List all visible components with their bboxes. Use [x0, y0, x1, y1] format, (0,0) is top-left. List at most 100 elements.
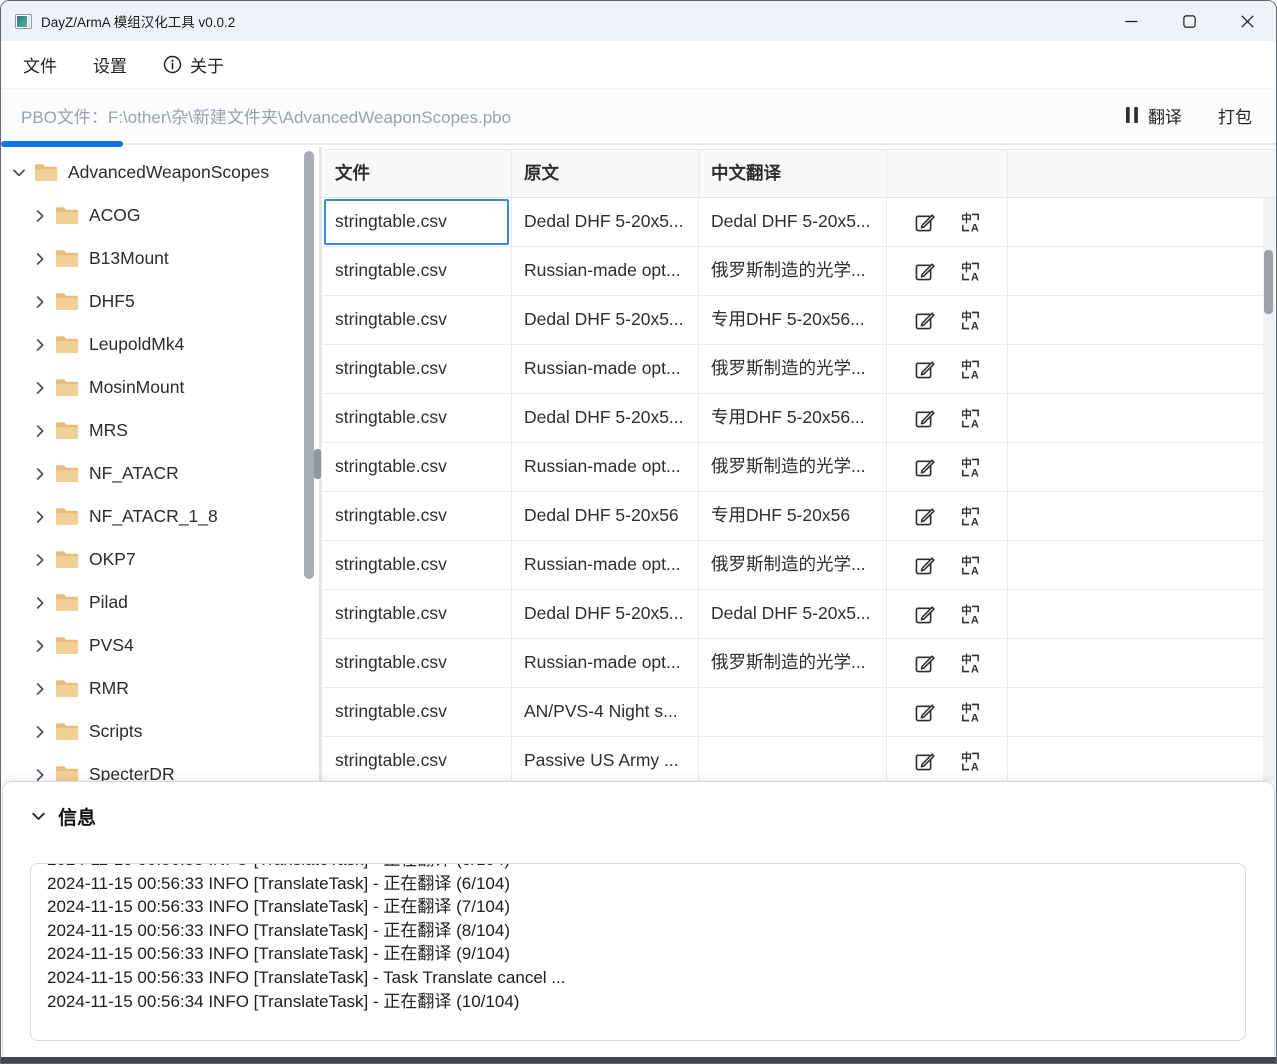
source-cell[interactable]: Russian-made opt... [512, 345, 699, 393]
source-cell[interactable]: AN/PVS-4 Night s... [512, 688, 699, 736]
tree-item-mosinmount[interactable]: MosinMount [1, 366, 319, 409]
chevron-right-icon [32, 638, 48, 654]
tree-item-nf_atacr_1_8[interactable]: NF_ATACR_1_8 [1, 495, 319, 538]
translation-cell[interactable]: 专用DHF 5-20x56... [699, 296, 887, 344]
menu-about[interactable]: 关于 [163, 52, 224, 77]
translate-row-button[interactable]: 中A [958, 700, 982, 724]
svg-text:A: A [970, 369, 978, 380]
tree-item-okp7[interactable]: OKP7 [1, 538, 319, 581]
tree-item-mrs[interactable]: MRS [1, 409, 319, 452]
tree-item-rmr[interactable]: RMR [1, 667, 319, 710]
file-cell[interactable]: stringtable.csv [323, 590, 512, 638]
source-cell[interactable]: Dedal DHF 5-20x5... [512, 394, 699, 442]
chevron-right-icon [32, 380, 48, 396]
minimize-button[interactable] [1102, 1, 1160, 41]
source-cell[interactable]: Russian-made opt... [512, 247, 699, 295]
source-cell[interactable]: Dedal DHF 5-20x56 [512, 492, 699, 540]
file-cell[interactable]: stringtable.csv [323, 688, 512, 736]
table-scrollbar[interactable] [1263, 198, 1275, 781]
pack-button[interactable]: 打包 [1218, 103, 1252, 128]
source-cell[interactable]: Russian-made opt... [512, 443, 699, 491]
translate-row-button[interactable]: 中A [958, 210, 982, 234]
edit-button[interactable] [912, 651, 936, 675]
file-cell[interactable]: stringtable.csv [323, 737, 512, 781]
tree-item-label: AdvancedWeaponScopes [68, 162, 269, 183]
edit-button[interactable] [912, 700, 936, 724]
translation-cell[interactable] [699, 688, 887, 736]
panel-splitter-handle[interactable] [314, 449, 321, 479]
maximize-button[interactable] [1160, 1, 1218, 41]
translation-cell[interactable]: 专用DHF 5-20x56... [699, 394, 887, 442]
source-cell[interactable]: Dedal DHF 5-20x5... [512, 590, 699, 638]
translate-row-button[interactable]: 中A [958, 553, 982, 577]
file-cell[interactable]: stringtable.csv [323, 345, 512, 393]
source-cell[interactable]: Dedal DHF 5-20x5... [512, 296, 699, 344]
tree-item-label: NF_ATACR_1_8 [89, 506, 218, 527]
file-cell[interactable]: stringtable.csv [323, 247, 512, 295]
file-cell[interactable]: stringtable.csv [323, 541, 512, 589]
file-cell[interactable]: stringtable.csv [323, 296, 512, 344]
edit-button[interactable] [912, 406, 936, 430]
close-button[interactable] [1218, 1, 1276, 41]
source-cell[interactable]: Russian-made opt... [512, 639, 699, 687]
filler-cell [1008, 198, 1263, 246]
translation-cell[interactable]: 俄罗斯制造的光学... [699, 639, 887, 687]
file-cell[interactable]: stringtable.csv [323, 492, 512, 540]
translate-row-button[interactable]: 中A [958, 749, 982, 773]
tree-item-leupoldmk4[interactable]: LeupoldMk4 [1, 323, 319, 366]
edit-button[interactable] [912, 308, 936, 332]
translate-row-button[interactable]: 中A [958, 651, 982, 675]
edit-button[interactable] [912, 504, 936, 528]
edit-button[interactable] [912, 749, 936, 773]
translate-row-button[interactable]: 中A [958, 357, 982, 381]
log-box[interactable]: 2024-11-15 00:56:33 INFO [TranslateTask]… [30, 863, 1246, 1041]
tree-scrollbar[interactable] [304, 151, 314, 579]
edit-button[interactable] [912, 210, 936, 234]
translation-cell[interactable] [699, 737, 887, 781]
translate-button[interactable]: 翻译 [1125, 103, 1182, 128]
translation-cell[interactable]: 俄罗斯制造的光学... [699, 443, 887, 491]
translate-row-button[interactable]: 中A [958, 308, 982, 332]
edit-button[interactable] [912, 357, 936, 381]
menu-file[interactable]: 文件 [23, 52, 57, 77]
log-lines: 2024-11-15 00:56:33 INFO [TranslateTask]… [47, 863, 1245, 1013]
edit-button[interactable] [912, 455, 936, 479]
translate-row-button[interactable]: 中A [958, 259, 982, 283]
tree-item-acog[interactable]: ACOG [1, 194, 319, 237]
tree-item-nf_atacr[interactable]: NF_ATACR [1, 452, 319, 495]
translate-row-button[interactable]: 中A [958, 406, 982, 430]
tree-item-dhf5[interactable]: DHF5 [1, 280, 319, 323]
tree-item-pilad[interactable]: Pilad [1, 581, 319, 624]
tree-item-b13mount[interactable]: B13Mount [1, 237, 319, 280]
tree-item-scripts[interactable]: Scripts [1, 710, 319, 753]
translation-cell[interactable]: 俄罗斯制造的光学... [699, 541, 887, 589]
file-cell[interactable]: stringtable.csv [323, 198, 512, 246]
table-scrollbar-thumb[interactable] [1264, 250, 1273, 314]
tree-item-root[interactable]: AdvancedWeaponScopes [1, 151, 319, 194]
chevron-right-icon [32, 595, 48, 611]
translation-cell[interactable]: Dedal DHF 5-20x5... [699, 198, 887, 246]
file-cell[interactable]: stringtable.csv [323, 394, 512, 442]
translate-row-button[interactable]: 中A [958, 504, 982, 528]
source-cell[interactable]: Dedal DHF 5-20x5... [512, 198, 699, 246]
translation-cell[interactable]: Dedal DHF 5-20x5... [699, 590, 887, 638]
edit-button[interactable] [912, 553, 936, 577]
actions-cell: 中A [887, 345, 1008, 393]
edit-button[interactable] [912, 602, 936, 626]
menu-settings[interactable]: 设置 [93, 52, 127, 77]
info-panel-header[interactable]: 信息 [3, 782, 1274, 830]
source-cell[interactable]: Russian-made opt... [512, 541, 699, 589]
source-cell[interactable]: Passive US Army ... [512, 737, 699, 781]
translation-cell[interactable]: 专用DHF 5-20x56 [699, 492, 887, 540]
actions-cell: 中A [887, 492, 1008, 540]
file-cell[interactable]: stringtable.csv [323, 443, 512, 491]
translation-cell[interactable]: 俄罗斯制造的光学... [699, 247, 887, 295]
file-cell[interactable]: stringtable.csv [323, 639, 512, 687]
column-header-actions [887, 150, 1008, 197]
translate-row-button[interactable]: 中A [958, 455, 982, 479]
translate-row-button[interactable]: 中A [958, 602, 982, 626]
translation-cell[interactable]: 俄罗斯制造的光学... [699, 345, 887, 393]
edit-button[interactable] [912, 259, 936, 283]
tree-item-specterdr[interactable]: SpecterDR [1, 753, 319, 781]
tree-item-pvs4[interactable]: PVS4 [1, 624, 319, 667]
